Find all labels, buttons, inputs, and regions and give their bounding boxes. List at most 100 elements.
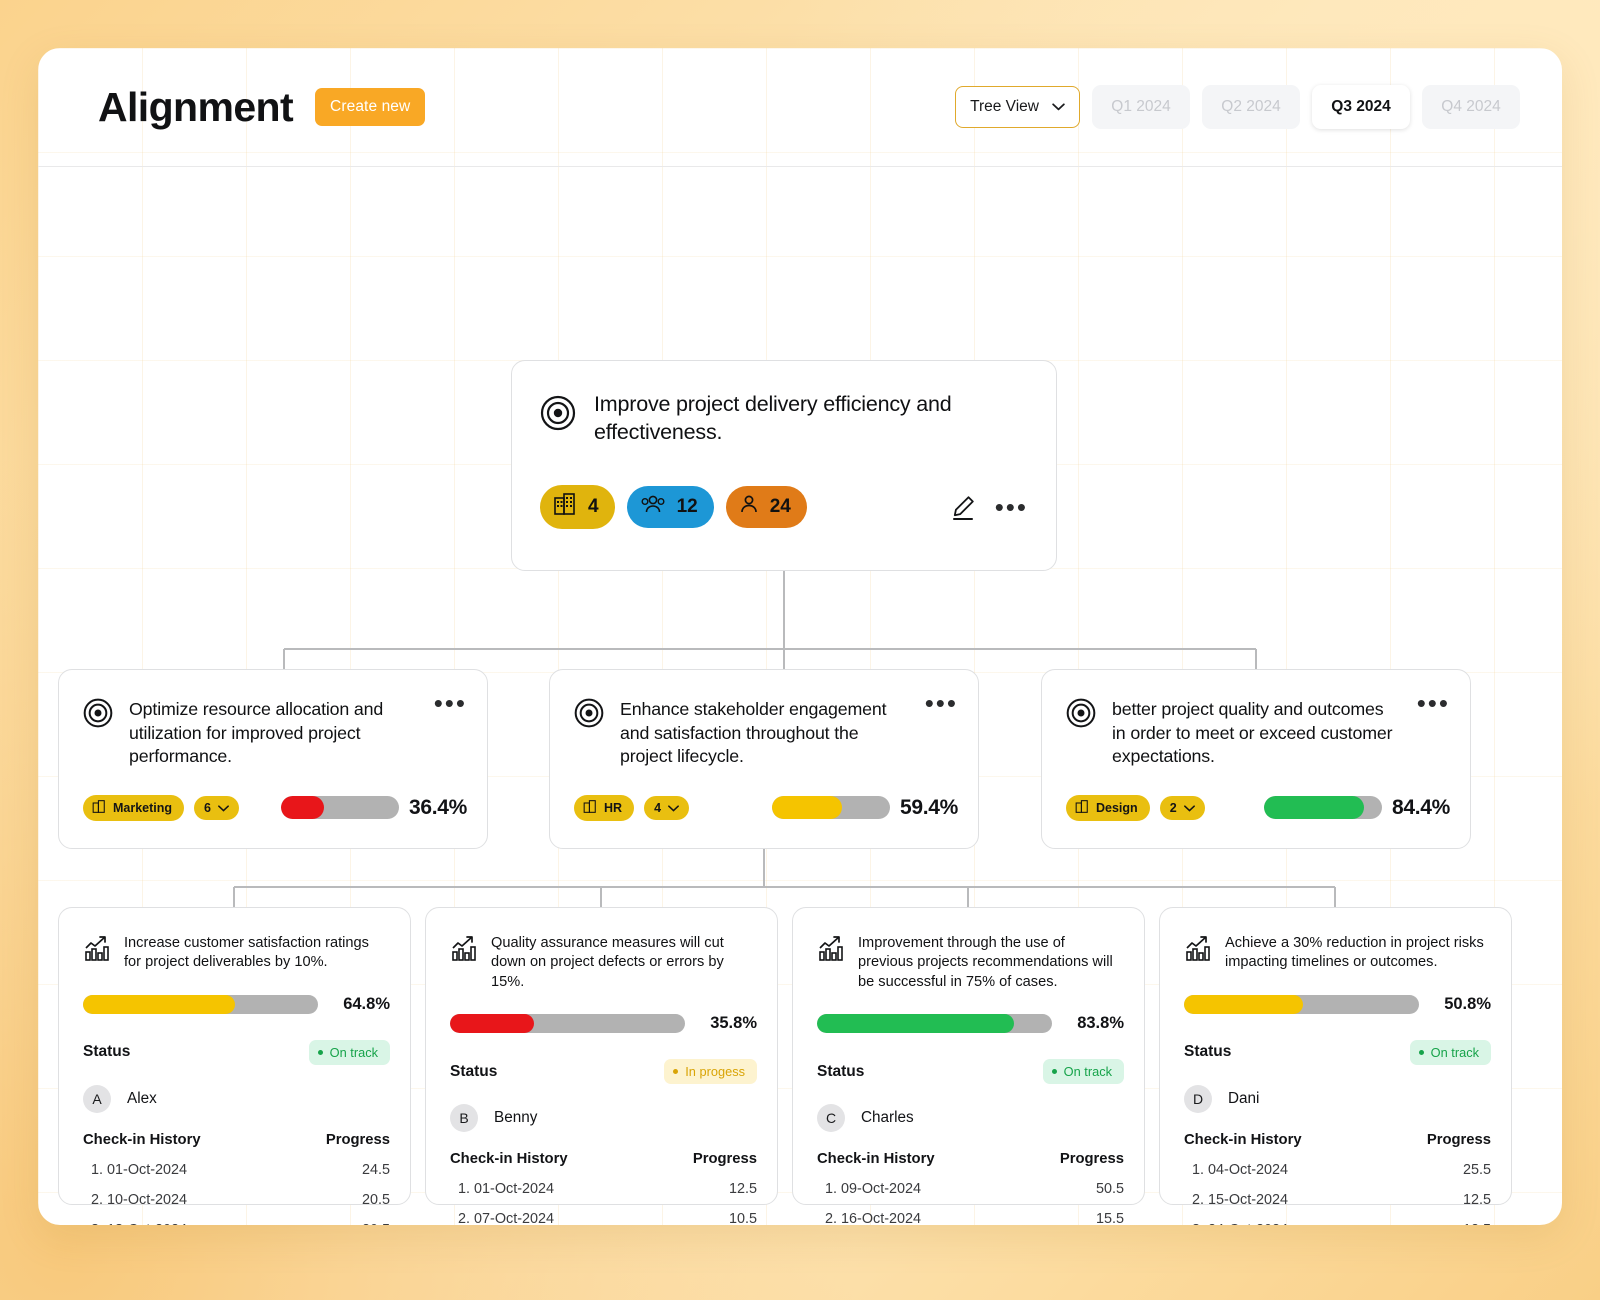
objective-2-footer: HR 4 59.4% — [550, 794, 978, 821]
objective-1-department-label: Marketing — [113, 800, 173, 815]
teams-count: 12 — [676, 495, 698, 517]
key-result-card-3[interactable]: Improvement through the use of previous … — [792, 907, 1145, 1225]
history-index: 2. — [825, 1211, 838, 1225]
more-horizontal-icon[interactable]: ••• — [1417, 690, 1450, 769]
history-value: 15.5 — [1095, 1211, 1124, 1225]
members-count: 24 — [769, 495, 791, 517]
history-value: 12.5 — [1463, 1222, 1491, 1225]
kr-4-history-header: Check-in History Progress — [1160, 1132, 1511, 1148]
objective-2-department-tag[interactable]: HR — [574, 794, 635, 821]
kr-3-history-header: Check-in History Progress — [793, 1151, 1144, 1167]
kr-3-owner-name: Charles — [861, 1109, 914, 1127]
history-date: 09-Oct-2024 — [841, 1181, 922, 1198]
objective-2-progress-label: 59.4% — [899, 795, 958, 819]
objective-1-footer: Marketing 6 36.4% — [59, 794, 487, 821]
history-index: 3. — [91, 1222, 103, 1225]
quarter-tab-q4[interactable]: Q4 2024 — [1422, 85, 1520, 129]
progress-header: Progress — [1059, 1151, 1124, 1168]
kr-1-header: Increase customer satisfaction ratings f… — [59, 908, 410, 973]
table-row: 2. 15-Oct-2024 12.5 — [1160, 1192, 1511, 1208]
objective-2-progress: 59.4% — [771, 795, 958, 820]
teams-pill[interactable]: 12 — [626, 485, 714, 528]
objective-3-count-selector[interactable]: 2 — [1159, 795, 1205, 820]
kr-4-owner[interactable]: D Dani — [1160, 1084, 1511, 1113]
kr-1-status-badge: On track — [308, 1039, 390, 1065]
checkin-history-header: Check-in History — [450, 1151, 568, 1168]
table-row: 1. 01-Oct-2024 24.5 — [59, 1162, 410, 1178]
kr-2-progress-bar — [450, 1014, 685, 1034]
more-horizontal-icon[interactable]: ••• — [925, 690, 958, 769]
kr-2-owner-name: Benny — [494, 1109, 538, 1127]
objective-card-1[interactable]: Optimize resource allocation and utiliza… — [58, 669, 488, 849]
table-row: 2. 16-Oct-2024 15.5 — [793, 1211, 1144, 1225]
root-objective-title: Improve project delivery efficiency and … — [594, 392, 952, 444]
status-dot-icon — [1418, 1049, 1424, 1055]
kr-4-status-text: On track — [1430, 1044, 1479, 1060]
building-icon — [583, 800, 597, 816]
kr-4-status-label: Status — [1184, 1043, 1232, 1061]
table-row: 3. 13-Oct-2024 20.5 — [59, 1222, 410, 1225]
quarter-tab-q1[interactable]: Q1 2024 — [1092, 85, 1190, 129]
kr-4-status-badge: On track — [1409, 1039, 1491, 1065]
view-selector-label: Tree View — [970, 98, 1039, 115]
page-background: Alignment Create new Tree View Q1 2024 Q… — [0, 0, 1600, 1300]
members-pill[interactable]: 24 — [725, 485, 807, 528]
history-value: 20.5 — [361, 1191, 390, 1208]
kr-1-owner[interactable]: A Alex — [59, 1084, 410, 1113]
checkin-history-header: Check-in History — [817, 1151, 935, 1168]
root-objective-card[interactable]: Improve project delivery efficiency and … — [511, 360, 1057, 571]
kr-3-owner[interactable]: C Charles — [793, 1104, 1144, 1133]
history-date: 07-Oct-2024 — [474, 1211, 555, 1225]
target-icon — [540, 395, 576, 447]
objective-3-progress-label: 84.4% — [1391, 795, 1450, 819]
kr-2-status-badge: In progess — [664, 1059, 757, 1085]
kr-2-progress: 35.8% — [426, 1014, 777, 1034]
objective-3-department-tag[interactable]: Design — [1066, 794, 1150, 821]
progress-header: Progress — [1426, 1131, 1491, 1148]
objective-card-3[interactable]: better project quality and outcomes in o… — [1041, 669, 1471, 849]
more-horizontal-icon[interactable]: ••• — [995, 494, 1028, 520]
kr-1-progress: 64.8% — [59, 994, 410, 1014]
growth-chart-icon — [450, 934, 478, 992]
kr-2-status-text: In progess — [685, 1064, 745, 1080]
key-result-card-2[interactable]: Quality assurance measures will cut down… — [425, 907, 778, 1225]
kr-3-header: Improvement through the use of previous … — [793, 908, 1144, 992]
objective-2-count-selector[interactable]: 4 — [644, 795, 690, 820]
departments-pill[interactable]: 4 — [540, 484, 615, 529]
key-result-card-4[interactable]: Achieve a 30% reduction in project risks… — [1159, 907, 1512, 1225]
objective-card-2[interactable]: Enhance stakeholder engagement and satis… — [549, 669, 979, 849]
objective-1-count: 6 — [204, 800, 211, 815]
kr-4-progress: 50.8% — [1160, 994, 1511, 1014]
objective-1-count-selector[interactable]: 6 — [194, 795, 239, 820]
objective-2-header: Enhance stakeholder engagement and satis… — [550, 670, 978, 769]
avatar: C — [817, 1104, 845, 1133]
app-window: Alignment Create new Tree View Q1 2024 Q… — [38, 48, 1562, 1225]
edit-objective-button[interactable] — [949, 493, 977, 521]
kr-2-status-label: Status — [450, 1062, 498, 1080]
objective-1-department-tag[interactable]: Marketing — [83, 794, 185, 821]
create-new-button[interactable]: Create new — [315, 88, 426, 126]
quarter-tab-q2[interactable]: Q2 2024 — [1202, 85, 1300, 129]
pencil-icon — [949, 496, 977, 524]
page-title: Alignment — [98, 83, 294, 130]
checkin-history-header: Check-in History — [1184, 1131, 1302, 1148]
target-icon — [1066, 698, 1096, 769]
history-index: 2. — [458, 1211, 471, 1225]
objective-1-header: Optimize resource allocation and utiliza… — [59, 670, 487, 769]
history-date: 24-Oct-2024 — [1208, 1222, 1288, 1225]
kr-3-status-label: Status — [817, 1062, 865, 1080]
view-selector-dropdown[interactable]: Tree View — [955, 86, 1080, 128]
more-horizontal-icon[interactable]: ••• — [434, 690, 467, 769]
table-row: 3. 24-Oct-2024 12.5 — [1160, 1222, 1511, 1225]
departments-count: 4 — [588, 495, 599, 517]
objective-3-footer: Design 2 84.4% — [1042, 794, 1470, 821]
kr-2-owner[interactable]: B Benny — [426, 1104, 777, 1133]
kr-3-progress-label: 83.8% — [1077, 1014, 1124, 1033]
key-result-card-1[interactable]: Increase customer satisfaction ratings f… — [58, 907, 411, 1225]
progress-header: Progress — [692, 1151, 757, 1168]
history-index: 2. — [91, 1191, 104, 1208]
quarter-tab-q3[interactable]: Q3 2024 — [1312, 85, 1410, 129]
history-date: 04-Oct-2024 — [1208, 1161, 1289, 1178]
kr-1-status-text: On track — [329, 1044, 378, 1060]
kr-2-progress-label: 35.8% — [710, 1014, 757, 1033]
